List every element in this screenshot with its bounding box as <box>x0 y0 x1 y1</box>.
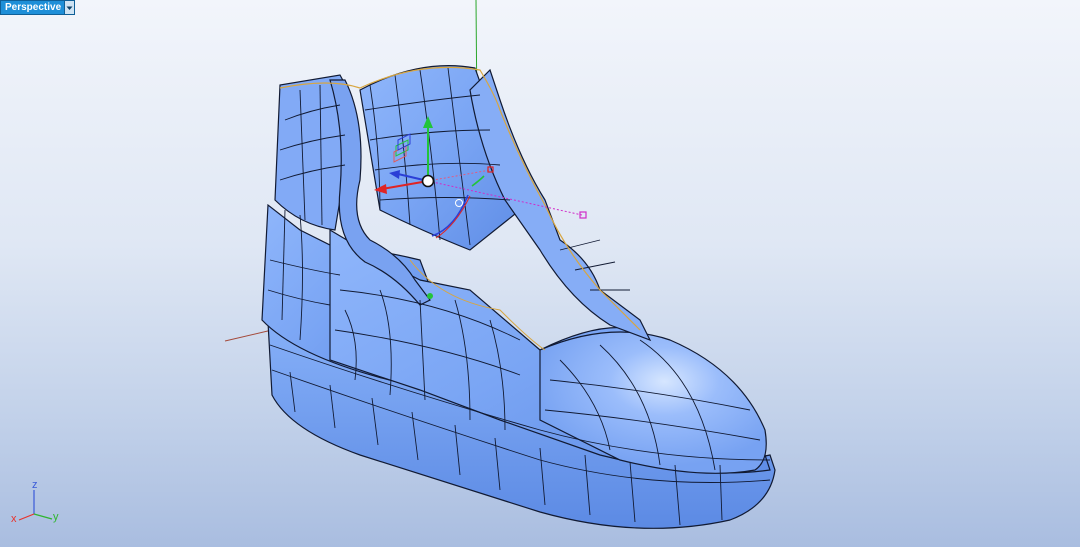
axis-indicator-y-label: y <box>53 511 59 523</box>
axis-indicator-y-line <box>33 513 53 520</box>
gizmo-lower-handle[interactable] <box>427 293 433 299</box>
perspective-viewport[interactable]: Perspective z x y <box>0 0 1080 547</box>
world-x-axis-line <box>224 329 273 342</box>
shoe-model[interactable] <box>261 65 776 529</box>
axis-indicator-z-label: z <box>32 479 38 491</box>
scene-canvas[interactable]: z x y <box>0 0 1080 547</box>
axis-indicator-x-label: x <box>11 513 17 525</box>
viewport-title-tab[interactable]: Perspective <box>0 0 76 15</box>
axis-indicator-x-line <box>18 513 35 521</box>
world-axis-indicator: z x y <box>11 479 59 525</box>
gizmo-center-handle[interactable] <box>421 174 435 188</box>
viewport-title[interactable]: Perspective <box>1 1 64 14</box>
chevron-down-icon[interactable] <box>64 1 75 14</box>
